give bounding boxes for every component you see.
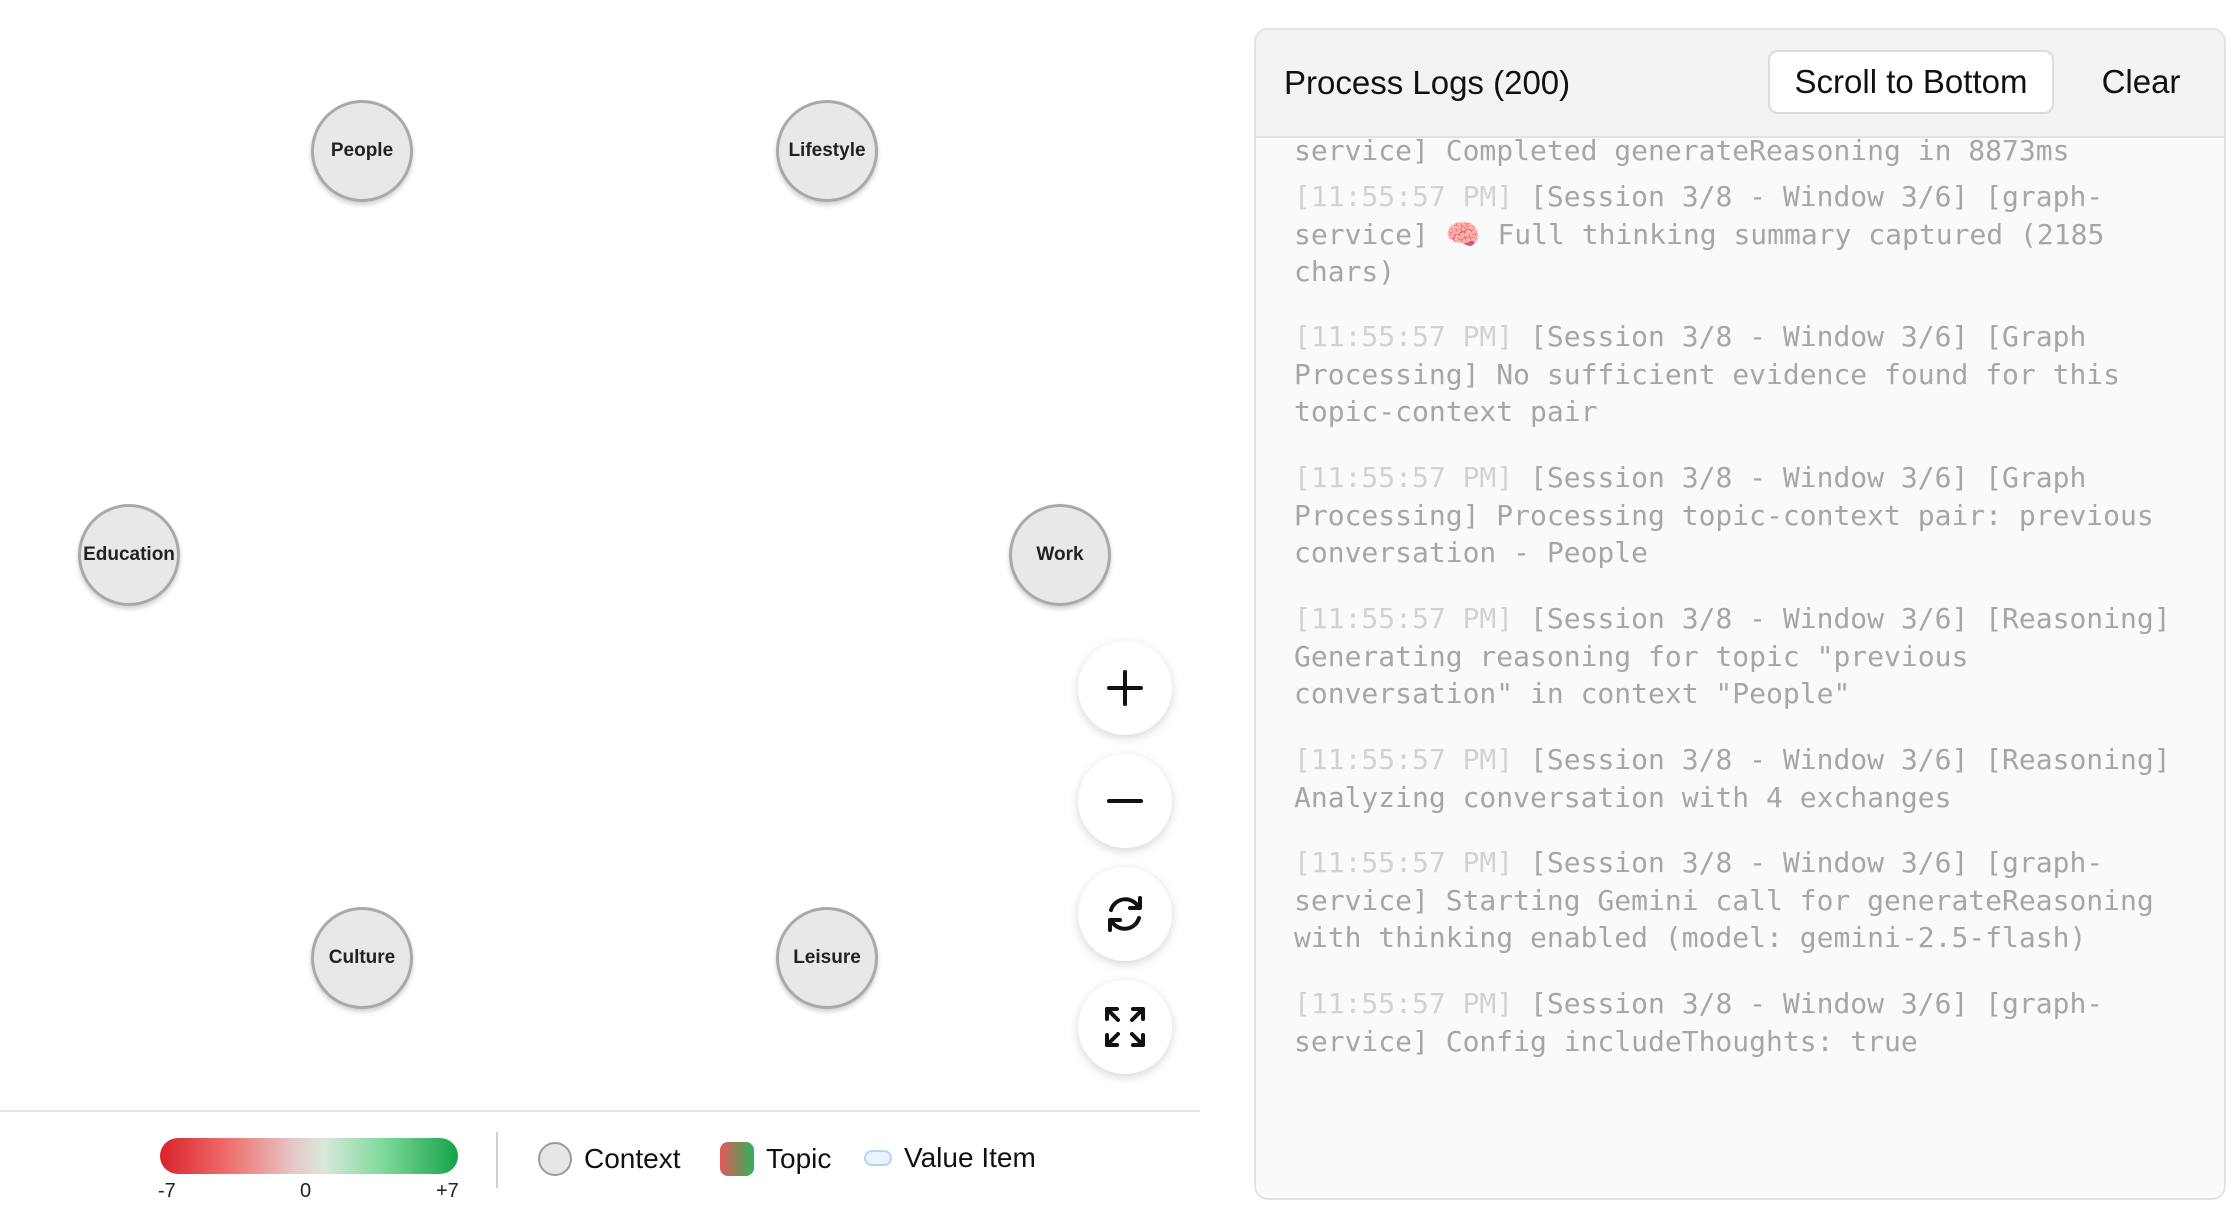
minus-icon	[1107, 799, 1143, 803]
log-entry: [11:55:57 PM] [Session 3/8 - Window 3/6]…	[1294, 178, 2194, 291]
zoom-out-button[interactable]	[1078, 754, 1172, 848]
log-timestamp: [11:55:57 PM]	[1294, 743, 1514, 776]
topic-swatch-icon	[720, 1142, 754, 1176]
logs-header: Process Logs (200) Scroll to Bottom Clea…	[1256, 30, 2224, 138]
reset-view-button[interactable]	[1078, 867, 1172, 961]
process-logs-panel: Process Logs (200) Scroll to Bottom Clea…	[1254, 28, 2226, 1200]
log-entry: [11:55:57 PM] [Session 3/8 - Window 3/6]…	[1294, 459, 2194, 572]
graph-canvas[interactable]: People Lifestyle Education Work Culture …	[0, 0, 1200, 1215]
context-node-work[interactable]: Work	[1009, 504, 1111, 606]
refresh-icon	[1108, 896, 1142, 932]
log-timestamp: [11:55:57 PM]	[1294, 987, 1514, 1020]
scale-mid-label: 0	[300, 1180, 312, 1202]
legend: -7 0 +7 Context Topic Value Item	[0, 1110, 1200, 1217]
legend-topic-label: Topic	[766, 1143, 832, 1174]
scale-max-label: +7	[436, 1180, 459, 1202]
context-node-lifestyle[interactable]: Lifestyle	[776, 100, 878, 202]
log-text: service] Completed generateReasoning in …	[1294, 138, 2070, 167]
fit-view-button[interactable]	[1078, 980, 1172, 1074]
context-node-education[interactable]: Education	[78, 504, 180, 606]
scale-min-label: -7	[158, 1180, 176, 1202]
value-item-swatch-icon	[864, 1150, 892, 1166]
zoom-in-button[interactable]	[1078, 641, 1172, 735]
log-timestamp: [11:55:57 PM]	[1294, 320, 1514, 353]
legend-divider	[496, 1132, 498, 1188]
plus-icon	[1107, 670, 1143, 706]
log-timestamp: [11:55:57 PM]	[1294, 461, 1514, 494]
log-entry: [11:55:57 PM] [Session 3/8 - Window 3/6]…	[1294, 600, 2194, 713]
legend-value-label: Value Item	[904, 1142, 1036, 1173]
logs-list[interactable]: service] Completed generateReasoning in …	[1256, 138, 2224, 1198]
log-entry: service] Completed generateReasoning in …	[1294, 138, 2194, 170]
legend-item-value: Value Item	[864, 1142, 1036, 1174]
log-timestamp: [11:55:57 PM]	[1294, 180, 1514, 213]
sentiment-gradient-bar	[160, 1138, 458, 1174]
legend-context-label: Context	[584, 1143, 681, 1174]
legend-item-topic: Topic	[720, 1142, 831, 1176]
legend-item-context: Context	[538, 1142, 681, 1176]
context-node-leisure[interactable]: Leisure	[776, 907, 878, 1009]
scroll-to-bottom-button[interactable]: Scroll to Bottom	[1768, 50, 2054, 114]
log-entry: [11:55:57 PM] [Session 3/8 - Window 3/6]…	[1294, 741, 2194, 816]
log-timestamp: [11:55:57 PM]	[1294, 846, 1514, 879]
context-swatch-icon	[538, 1142, 572, 1176]
log-entry: [11:55:57 PM] [Session 3/8 - Window 3/6]…	[1294, 318, 2194, 431]
logs-title: Process Logs (200)	[1284, 64, 1571, 101]
context-node-people[interactable]: People	[311, 100, 413, 202]
clear-button[interactable]: Clear	[2082, 50, 2200, 114]
context-node-culture[interactable]: Culture	[311, 907, 413, 1009]
log-entry: [11:55:57 PM] [Session 3/8 - Window 3/6]…	[1294, 844, 2194, 957]
log-timestamp: [11:55:57 PM]	[1294, 602, 1514, 635]
log-entry: [11:55:57 PM] [Session 3/8 - Window 3/6]…	[1294, 985, 2194, 1060]
expand-icon	[1105, 1007, 1145, 1047]
